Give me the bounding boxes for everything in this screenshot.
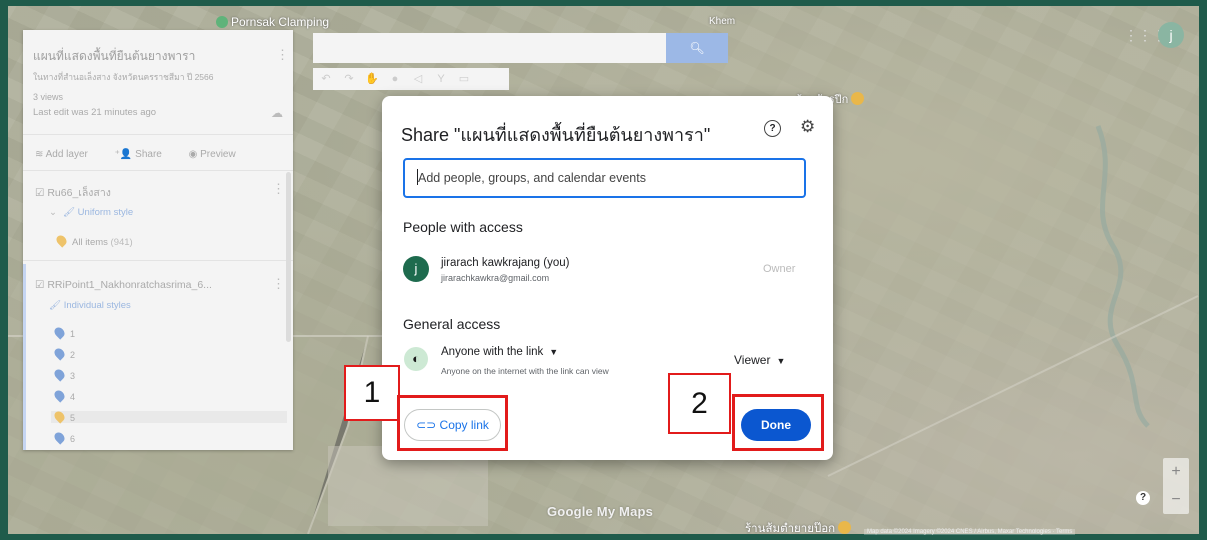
cloud-saved-icon: ☁ <box>271 106 283 120</box>
draw-line-icon[interactable]: ◁ <box>408 68 428 90</box>
list-item[interactable]: 5 <box>51 409 287 424</box>
add-people-input[interactable]: Add people, groups, and calendar events <box>403 158 806 198</box>
layer-1-title[interactable]: ☑ Ru66_เล็งสาง <box>35 184 111 201</box>
callout-number-2: 2 <box>668 373 731 434</box>
pin-icon <box>52 367 67 382</box>
divider <box>23 260 293 261</box>
map-views: 3 views <box>33 92 64 102</box>
undo-icon[interactable]: ↶ <box>316 68 336 90</box>
globe-icon: ◐ <box>404 347 428 371</box>
callout-number-1: 1 <box>344 365 400 421</box>
layer-2-style-link[interactable]: 🖌 Individual styles <box>49 300 131 311</box>
layer-2-title[interactable]: ☑ RRiPoint1_Nakhonratchasrima_6... <box>35 279 212 291</box>
ruler-icon[interactable]: ▭ <box>454 68 474 90</box>
list-item[interactable]: 4 <box>52 388 75 403</box>
chevron-down-icon[interactable]: ⌄ <box>49 207 57 218</box>
zoom-controls: + − <box>1163 458 1189 514</box>
people-with-access-heading: People with access <box>403 219 523 235</box>
role-select[interactable]: Viewer ▼ <box>734 353 785 367</box>
checkbox-icon[interactable]: ☑ <box>35 187 44 199</box>
user-avatar: j <box>403 256 429 282</box>
pin-icon <box>52 430 67 445</box>
list-item[interactable]: 1 <box>52 325 75 340</box>
pin-icon <box>54 233 69 248</box>
preview-button[interactable]: ◉ Preview <box>189 149 248 160</box>
marker-icon[interactable]: ● <box>385 68 405 90</box>
map-title[interactable]: แผนที่แสดงพื้นที่ยืนต้นยางพารา <box>33 47 195 66</box>
list-item[interactable]: 6 <box>52 430 75 445</box>
panel-toolbar: ≋ Add layer ⁺👤 Share ◉ Preview <box>35 149 260 160</box>
account-avatar[interactable]: j <box>1158 22 1184 48</box>
map-description: ในทางที่สำนอเล็งสาง จังหวัดนครราชสีมา ปี… <box>33 72 214 82</box>
general-access-heading: General access <box>403 316 501 332</box>
list-item[interactable]: 2 <box>52 346 75 361</box>
map-legend-panel: แผนที่แสดงพื้นที่ยืนต้นยางพารา ⋮ ในทางที… <box>23 30 293 450</box>
place-label-pornsak[interactable]: Pornsak Clamping <box>216 15 329 29</box>
selected-layer-accent <box>23 264 26 450</box>
caret-down-icon: ▼ <box>776 356 786 366</box>
google-my-maps-logo: Google My Maps <box>547 504 654 519</box>
map-help-button[interactable]: ? <box>1136 491 1150 505</box>
access-description: Anyone on the internet with the link can… <box>441 366 609 376</box>
owner-role-label: Owner <box>763 263 796 275</box>
divider <box>23 134 293 135</box>
callout-box-1 <box>397 395 508 451</box>
pin-icon <box>52 409 67 424</box>
add-layer-button[interactable]: ≋ Add layer <box>35 149 100 160</box>
directions-icon[interactable]: Y <box>431 68 451 90</box>
help-icon[interactable]: ? <box>764 120 781 137</box>
place-label-khem[interactable]: Khem <box>709 16 735 27</box>
search-input[interactable] <box>313 33 666 63</box>
zoom-out-button[interactable]: − <box>1163 486 1189 514</box>
pin-icon <box>52 325 67 340</box>
redo-icon[interactable]: ↷ <box>339 68 359 90</box>
list-item[interactable]: 3 <box>52 367 75 382</box>
hand-icon[interactable]: ✋ <box>362 68 382 90</box>
layer-1-all-items[interactable]: All items (941) <box>54 233 133 248</box>
layer-1-style-link[interactable]: ⌄ 🖌 Uniform style <box>49 207 133 218</box>
last-edit-text: Last edit was 21 minutes ago <box>33 107 157 118</box>
zoom-in-button[interactable]: + <box>1163 458 1189 486</box>
search-button[interactable]: 🔍︎ <box>666 33 728 63</box>
search-icon: 🔍︎ <box>689 41 705 55</box>
callout-box-2 <box>732 394 824 451</box>
caret-down-icon: ▼ <box>549 347 559 357</box>
divider <box>23 170 293 171</box>
dialog-title: Share "แผนที่แสดงพื้นที่ยืนต้นยางพารา" <box>401 125 711 145</box>
pin-icon <box>52 346 67 361</box>
map-toolbar: ↶ ↷ ✋ ● ◁ Y ▭ <box>313 68 509 90</box>
place-label-bottom[interactable]: ร้านส้มตำยายป๊อก <box>745 520 852 534</box>
layer-2-options-icon[interactable]: ⋮ <box>272 277 285 290</box>
access-type-select[interactable]: Anyone with the link ▼ <box>441 346 558 358</box>
gear-icon[interactable]: ⚙ <box>800 117 815 137</box>
layer-1-options-icon[interactable]: ⋮ <box>272 182 285 195</box>
checkbox-icon[interactable]: ☑ <box>35 279 44 291</box>
map-options-icon[interactable]: ⋮ <box>276 48 289 61</box>
map-attribution[interactable]: Map data ©2024 Imagery ©2024 CNES / Airb… <box>864 529 1076 535</box>
share-button[interactable]: ⁺👤 Share <box>115 149 174 160</box>
pin-icon <box>52 388 67 403</box>
user-name: jirarach kawkrajang (you) <box>441 257 570 269</box>
user-email: jirarachkawkra@gmail.com <box>441 273 550 283</box>
screenshot-frame: Pornsak Clamping Khem ร้านจักรปีก ร้านส้… <box>0 0 1207 540</box>
panel-scrollbar[interactable] <box>286 172 291 342</box>
